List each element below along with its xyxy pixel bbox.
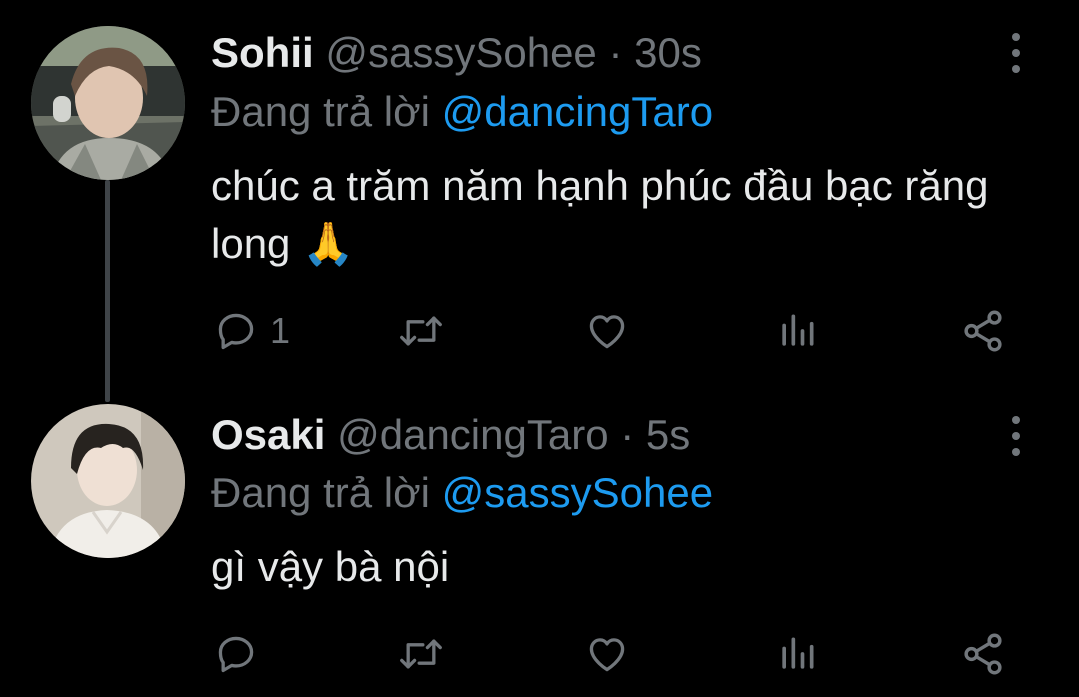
avatar-image xyxy=(31,404,185,558)
reply-count: 1 xyxy=(270,310,291,351)
separator-dot: · xyxy=(608,29,623,76)
avatar[interactable] xyxy=(31,26,185,180)
share-icon xyxy=(964,633,1002,675)
retweet-icon xyxy=(400,316,442,346)
tweet-actions: 1 xyxy=(0,306,1079,356)
replying-to-mention[interactable]: @sassySohee xyxy=(442,469,713,516)
replying-to-label: Đang trả lời xyxy=(211,469,430,516)
display-name[interactable]: Osaki xyxy=(211,411,325,458)
replying-to-label: Đang trả lời xyxy=(211,88,430,135)
replying-to: Đang trả lời @dancingTaro xyxy=(211,87,713,137)
tweet-actions xyxy=(0,629,1079,679)
avatar-image xyxy=(31,26,185,180)
tweet-text: chúc a trăm năm hạnh phúc đầu bạc răng l… xyxy=(211,162,989,267)
replying-to: Đang trả lời @sassySohee xyxy=(211,468,713,518)
replying-to-mention[interactable]: @dancingTaro xyxy=(442,88,713,135)
reply-button[interactable] xyxy=(214,629,270,679)
reply-button[interactable]: 1 xyxy=(214,306,290,356)
views-bar-chart-icon xyxy=(782,314,814,346)
user-handle[interactable]: @dancingTaro xyxy=(337,411,608,458)
views-bar-chart-icon xyxy=(782,637,814,669)
reply-bubble-icon xyxy=(218,313,254,350)
avatar[interactable] xyxy=(31,404,185,558)
retweet-button[interactable] xyxy=(396,629,446,679)
share-icon xyxy=(964,310,1002,352)
retweet-icon xyxy=(400,639,442,669)
tweet-header: Sohii @sassySohee · 30s xyxy=(211,28,702,78)
tweet[interactable]: Sohii @sassySohee · 30s Đang trả lời @da… xyxy=(0,0,1079,392)
user-handle[interactable]: @sassySohee xyxy=(325,29,596,76)
views-button[interactable] xyxy=(775,629,819,679)
tweet-header: Osaki @dancingTaro · 5s xyxy=(211,410,690,460)
tweet[interactable]: Osaki @dancingTaro · 5s Đang trả lời @sa… xyxy=(0,392,1079,697)
retweet-button[interactable] xyxy=(396,306,446,356)
separator-dot: · xyxy=(620,411,635,458)
heart-icon xyxy=(589,638,625,672)
share-button[interactable] xyxy=(960,306,1006,356)
more-vertical-icon[interactable] xyxy=(996,31,1036,75)
like-button[interactable] xyxy=(584,306,630,356)
share-button[interactable] xyxy=(960,629,1006,679)
tweet-text: gì vậy bà nội xyxy=(211,543,450,590)
timestamp[interactable]: 5s xyxy=(646,411,690,458)
display-name[interactable]: Sohii xyxy=(211,29,314,76)
more-vertical-icon[interactable] xyxy=(996,414,1036,458)
timestamp[interactable]: 30s xyxy=(634,29,702,76)
reply-bubble-icon xyxy=(218,636,254,673)
views-button[interactable] xyxy=(775,306,819,356)
like-button[interactable] xyxy=(584,629,630,679)
heart-icon xyxy=(589,315,625,349)
